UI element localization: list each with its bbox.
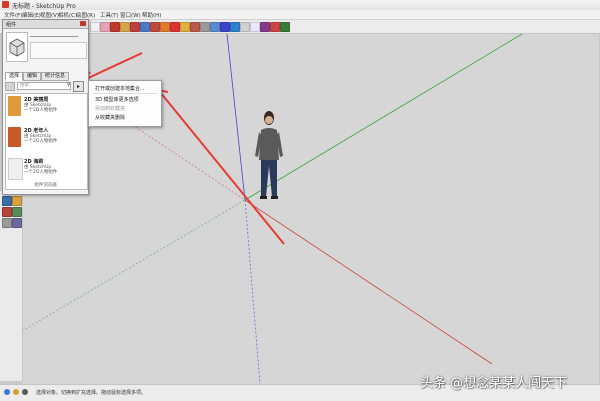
menu-tools[interactable]: 工具(T) — [100, 11, 119, 19]
menu-camera[interactable]: 相机(C) — [58, 11, 77, 19]
component-thumbnail — [8, 96, 21, 116]
move-icon[interactable] — [160, 22, 170, 32]
search-input[interactable]: 搜索... — [17, 82, 71, 90]
zoom-extents-icon[interactable] — [260, 22, 270, 32]
help-icon[interactable] — [22, 389, 28, 395]
tape-icon[interactable] — [200, 22, 210, 32]
orbit-icon[interactable] — [230, 22, 240, 32]
credits-icon[interactable] — [13, 389, 19, 395]
view-options-icon[interactable] — [5, 82, 15, 91]
panel-footer: 组件浏览器 — [34, 183, 57, 188]
search-row: 搜索... ⚲ ▸ — [5, 81, 85, 92]
list-item-description: 一个2D人物组件 — [24, 139, 58, 144]
rectangle-icon[interactable] — [130, 22, 140, 32]
cube-icon — [9, 38, 25, 57]
component-preview — [6, 32, 28, 62]
circle-icon[interactable] — [140, 22, 150, 32]
menu-view[interactable]: 视图(V) — [40, 11, 59, 19]
main-toolbar — [0, 20, 600, 34]
warehouse-icon[interactable] — [270, 22, 280, 32]
select-icon[interactable] — [90, 22, 100, 32]
geo-location-icon[interactable] — [4, 389, 10, 395]
menu-file[interactable]: 文件(F) — [4, 11, 22, 19]
component-thumbnail — [8, 127, 21, 147]
menu-item-open-create-local-collection[interactable]: 打开或创建本地集合... — [95, 85, 145, 92]
components-panel: 组件 选择 编辑 统计信息 搜索... ⚲ ▸ 2D 美丽周 由 SketchU… — [2, 19, 89, 195]
pencil-icon[interactable] — [120, 22, 130, 32]
search-icon[interactable]: ⚲ — [67, 82, 72, 89]
component-description-field[interactable] — [30, 42, 87, 59]
details-dropdown-menu: 打开或创建本地集合... 3D 模型库更多选项 添加到收藏夹 从收藏夹删除 — [88, 80, 162, 127]
menu-edit[interactable]: 编辑(E) — [22, 11, 41, 19]
list-item[interactable]: 2D 美丽周 由 SketchUp 一个2D人物组件 — [6, 94, 87, 124]
text-icon[interactable] — [210, 22, 220, 32]
menu-help[interactable]: 帮助(H) — [142, 11, 161, 19]
axes-icon[interactable] — [220, 22, 230, 32]
details-menu-button[interactable]: ▸ — [73, 81, 84, 92]
push-pull-icon[interactable] — [150, 22, 160, 32]
component-name-field[interactable] — [30, 36, 78, 37]
panel-tabs: 选择 编辑 统计信息 — [3, 72, 88, 81]
tab-select[interactable]: 选择 — [5, 72, 24, 81]
component-thumbnail — [8, 158, 23, 180]
pan-icon[interactable] — [240, 22, 250, 32]
panel-title: 组件 — [6, 22, 17, 28]
list-item-description: 一个2D人物组件 — [24, 170, 58, 175]
menu-window[interactable]: 窗口(W) — [120, 11, 141, 19]
tab-edit[interactable]: 编辑 — [23, 72, 42, 81]
component-icon[interactable] — [280, 22, 290, 32]
paint-bucket-icon[interactable] — [110, 22, 120, 32]
menu-item-remove-from-favorites[interactable]: 从收藏夹删除 — [95, 114, 125, 121]
list-item-description: 一个2D人物组件 — [24, 108, 58, 113]
protractor-icon[interactable] — [12, 218, 22, 228]
dimension-icon[interactable] — [2, 218, 12, 228]
window-title: 无标题 - SketchUp Pro — [12, 3, 76, 10]
eraser-icon[interactable] — [100, 22, 110, 32]
left-toolbar — [0, 191, 23, 381]
menu-bar: 文件(F) 编辑(E) 视图(V) 相机(C) 绘图(R) 工具(T) 窗口(W… — [0, 10, 600, 20]
section-plane-icon[interactable] — [2, 207, 12, 217]
component-list: 2D 美丽周 由 SketchUp 一个2D人物组件 2D 老年人 由 Sket… — [5, 93, 88, 190]
tab-statistics[interactable]: 统计信息 — [41, 72, 70, 81]
sketchup-app-icon — [2, 1, 9, 8]
walk-icon[interactable] — [2, 196, 12, 206]
scale-icon[interactable] — [180, 22, 190, 32]
zoom-icon[interactable] — [250, 22, 260, 32]
close-icon[interactable] — [80, 21, 86, 26]
menu-item-add-to-favorites: 添加到收藏夹 — [95, 106, 126, 112]
look-around-icon[interactable] — [12, 196, 22, 206]
panel-header: 组件 — [3, 20, 88, 29]
menu-draw[interactable]: 绘图(R) — [76, 11, 95, 19]
watermark-text: 头条 @想念某某人闯天下 — [420, 376, 568, 391]
menu-item-3d-warehouse-options[interactable]: 3D 模型库更多选项 — [95, 96, 139, 103]
menu-separator — [93, 93, 157, 94]
status-text: 选择对象。切换到扩充选择。拖动鼠标选择多项。 — [36, 390, 147, 396]
offset-icon[interactable] — [190, 22, 200, 32]
rotate-icon[interactable] — [170, 22, 180, 32]
list-item[interactable]: 2D 老年人 由 SketchUp 一个2D人物组件 — [6, 125, 87, 155]
position-camera-icon[interactable] — [12, 207, 22, 217]
